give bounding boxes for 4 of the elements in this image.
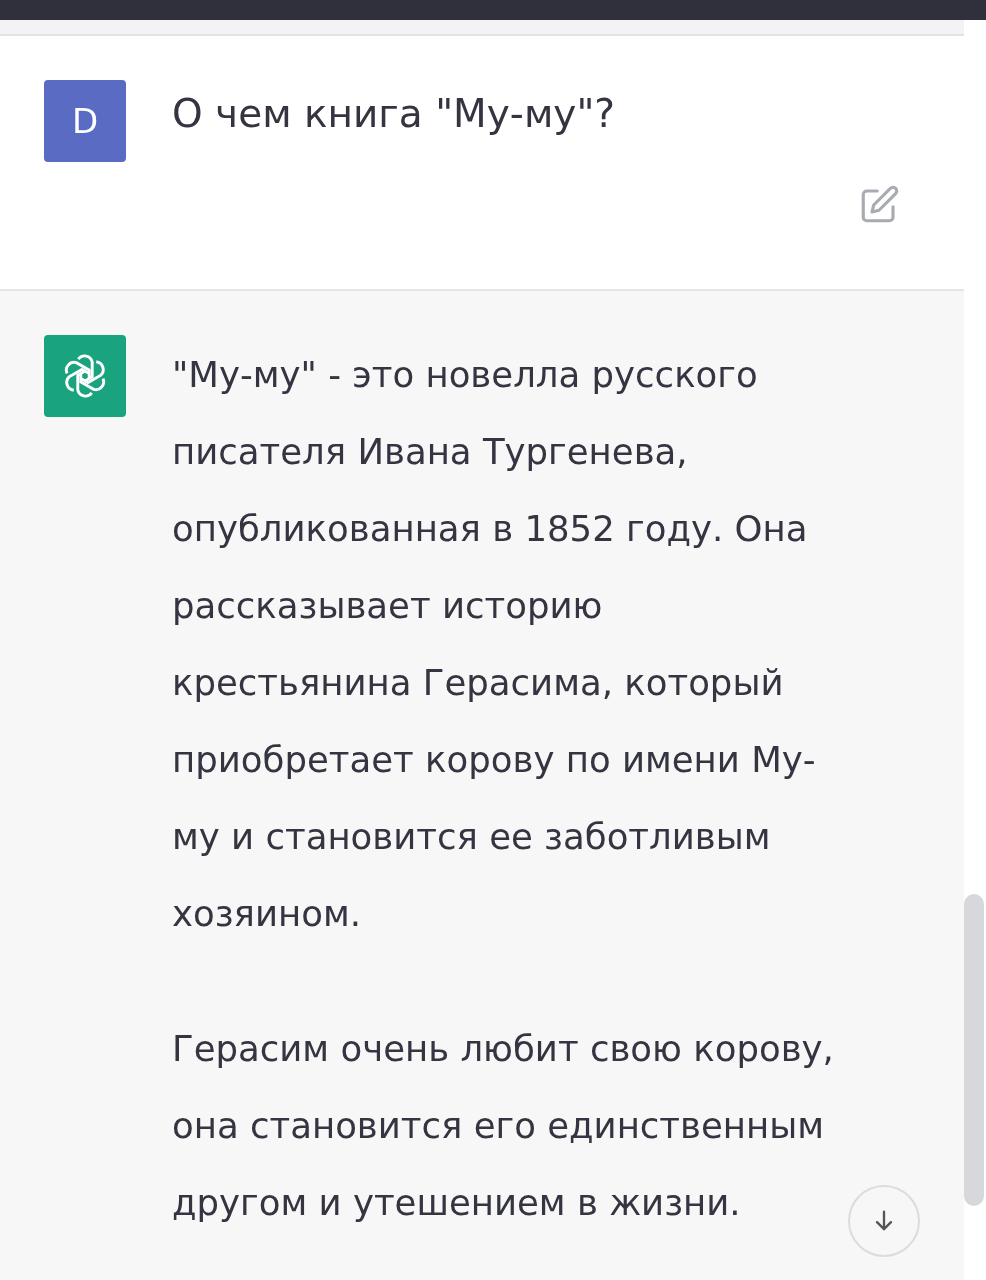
- response-paragraph: Герасим очень любит свою корову, она становится его единственным другом и утешением в жизни.: [172, 1027, 835, 1225]
- user-avatar: D: [44, 80, 126, 162]
- response-paragraph: "Му-му" - это новелла русского писателя Ивана Тургенева, опубликованная в 1852 году. Она рассказывает историю крестьянина Герасима, который приобретает корову по имени Му-му и становится ее заботливым хозяином.: [172, 353, 817, 936]
- message-text: О чем книга "Му-му"?: [172, 90, 616, 138]
